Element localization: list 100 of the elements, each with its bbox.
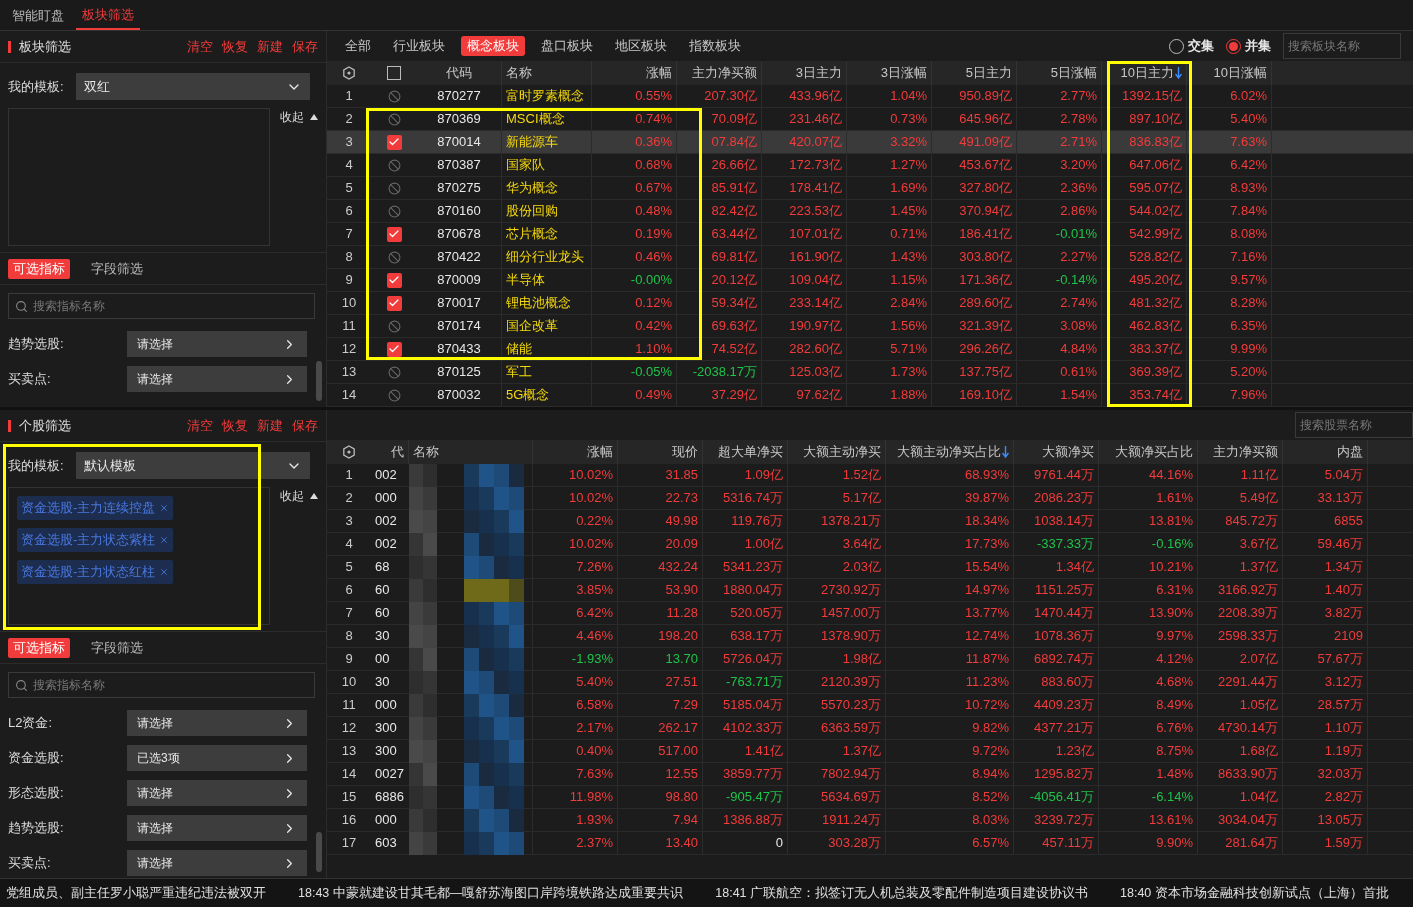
table-cell-text: 5570.23万 [821, 696, 881, 715]
table-row[interactable]: 9 870009 半导体 -0.00% 20.12亿 109.04亿 1.15% 171.36亿 -0.14% 495.20亿 9.57% [327, 269, 1413, 292]
remove-icon[interactable] [159, 535, 170, 545]
column-header[interactable]: 涨幅 [587, 442, 613, 462]
table-row[interactable]: 11 870174 国企改革 0.42% 69.63亿 190.97亿 1.56% 321.39亿 3.08% 462.83亿 6.35% [327, 315, 1413, 338]
filter-select[interactable]: 请选择 [127, 850, 307, 876]
template-select[interactable]: 默认模板 [76, 452, 310, 479]
collapse-button[interactable]: 收起 [280, 487, 318, 505]
action-link[interactable]: 清空 [187, 36, 213, 57]
news-item[interactable]: 党组成员、副主任罗小聪严重违纪违法被双开 [6, 883, 266, 903]
column-header[interactable]: 主力净买额 [692, 63, 757, 83]
column-header[interactable]: 内盘 [1337, 442, 1363, 462]
table-row[interactable]: 10 870017 锂电池概念 0.12% 59.34亿 233.14亿 2.84% 289.60亿 2.74% 481.32亿 8.28% [327, 292, 1413, 315]
row-checkbox[interactable] [386, 295, 402, 311]
row-checkbox[interactable] [387, 112, 401, 126]
scrollbar[interactable] [316, 832, 322, 872]
filter-tab[interactable]: 字段筛选 [86, 637, 148, 658]
filter-select[interactable]: 请选择 [127, 331, 307, 357]
remove-icon[interactable] [159, 567, 170, 577]
row-checkbox[interactable] [387, 388, 401, 402]
table-cell-text: 178.41亿 [789, 179, 842, 198]
sector-tab[interactable]: 概念板块 [461, 36, 525, 56]
sector-tab[interactable]: 行业板块 [387, 36, 451, 56]
column-header[interactable]: 大额净买占比 [1115, 442, 1193, 462]
filter-select[interactable]: 请选择 [127, 366, 307, 392]
column-header[interactable]: 超大单净买 [718, 442, 783, 462]
column-header[interactable]: 5日主力 [965, 63, 1012, 83]
column-header[interactable]: 5日涨幅 [1050, 63, 1097, 83]
sector-tab[interactable]: 盘口板块 [535, 36, 599, 56]
row-checkbox[interactable] [386, 226, 402, 242]
row-checkbox[interactable] [387, 158, 401, 172]
table-row[interactable]: 13 870125 军工 -0.05% -2038.17万 125.03亿 1.73% 137.75亿 0.61% 369.39亿 5.20% [327, 361, 1413, 384]
table-row[interactable]: 1 870277 富时罗素概念 0.55% 207.30亿 433.96亿 1.04% 950.89亿 2.77% 1392.15亿 6.02% [327, 85, 1413, 108]
column-header[interactable]: 3日涨幅 [880, 63, 927, 83]
action-link[interactable]: 保存 [292, 36, 318, 57]
column-header[interactable]: 代 [391, 442, 404, 462]
row-checkbox[interactable] [387, 365, 401, 379]
radio-option[interactable]: 并集 [1226, 36, 1271, 56]
remove-icon[interactable] [159, 503, 170, 513]
sector-tab[interactable]: 全部 [339, 36, 377, 56]
table-row[interactable]: 12 870433 储能 1.10% 74.52亿 282.60亿 5.71% 296.26亿 4.84% 383.37亿 9.99% [327, 338, 1413, 361]
filter-tab[interactable]: 可选指标 [8, 258, 70, 279]
row-checkbox[interactable] [387, 204, 401, 218]
sector-tab[interactable]: 地区板块 [609, 36, 673, 56]
filter-tab[interactable]: 可选指标 [8, 637, 70, 658]
action-link[interactable]: 保存 [292, 415, 318, 436]
table-row[interactable]: 5 870275 华为概念 0.67% 85.91亿 178.41亿 1.69% 327.80亿 2.36% 595.07亿 8.93% [327, 177, 1413, 200]
action-link[interactable]: 新建 [257, 36, 283, 57]
table-row[interactable]: 4 870387 国家队 0.68% 26.66亿 172.73亿 1.27% 453.67亿 3.20% 647.06亿 6.42% [327, 154, 1413, 177]
row-checkbox[interactable] [387, 181, 401, 195]
nav-tab[interactable]: 智能盯盘 [6, 2, 70, 30]
column-header[interactable]: 主力净买额 [1213, 442, 1278, 462]
scrollbar[interactable] [316, 361, 322, 401]
filter-tab[interactable]: 字段筛选 [86, 258, 148, 279]
action-link[interactable]: 清空 [187, 415, 213, 436]
news-item[interactable]: 18:41 广联航空：拟签订无人机总装及零配件制造项目建设协议书 [715, 883, 1089, 903]
template-select[interactable]: 双红 [76, 73, 310, 100]
table-cell-text: 37.29亿 [711, 386, 757, 405]
row-checkbox[interactable] [387, 250, 401, 264]
column-header[interactable]: 大额净买 [1042, 442, 1094, 462]
filter-select[interactable]: 请选择 [127, 710, 307, 736]
radio-option[interactable]: 交集 [1169, 36, 1214, 56]
filter-select[interactable]: 请选择 [127, 815, 307, 841]
news-item[interactable]: 18:40 资本市场金融科技创新试点（上海）首批 [1120, 883, 1389, 903]
news-item[interactable]: 18:43 中蒙就建设甘其毛都—嘎舒苏海图口岸跨境铁路达成重要共识 [298, 883, 684, 903]
column-header[interactable]: 代码 [446, 63, 472, 83]
sector-tab[interactable]: 指数板块 [683, 36, 747, 56]
search-field[interactable]: 搜索指标名称 [8, 672, 315, 698]
column-header[interactable]: 名称 [506, 63, 532, 83]
column-header[interactable]: 现价 [672, 442, 698, 462]
filter-select[interactable]: 已选3项 [127, 745, 307, 771]
column-header[interactable]: 10日涨幅 [1213, 63, 1267, 83]
table-row[interactable]: 14 870032 5G概念 0.49% 37.29亿 97.62亿 1.88% 169.10亿 1.54% 353.74亿 7.96% [327, 384, 1413, 407]
select-all-checkbox[interactable] [387, 66, 401, 80]
search-field[interactable]: 搜索股票名称 [1295, 412, 1413, 438]
action-link[interactable]: 新建 [257, 415, 283, 436]
settings-icon[interactable] [342, 66, 356, 80]
search-field[interactable]: 搜索板块名称 [1283, 33, 1401, 59]
action-link[interactable]: 恢复 [222, 415, 248, 436]
row-checkbox[interactable] [387, 89, 401, 103]
filter-select[interactable]: 请选择 [127, 780, 307, 806]
table-row[interactable]: 7 870678 芯片概念 0.19% 63.44亿 107.01亿 0.71% 186.41亿 -0.01% 542.99亿 8.08% [327, 223, 1413, 246]
column-header[interactable]: 大额主动净买占比 [897, 442, 1009, 462]
search-field[interactable]: 搜索指标名称 [8, 293, 315, 319]
action-link[interactable]: 恢复 [222, 36, 248, 57]
table-row[interactable]: 2 870369 MSCI概念 0.74% 70.09亿 231.46亿 0.73% 645.96亿 2.78% 897.10亿 5.40% [327, 108, 1413, 131]
row-checkbox[interactable] [386, 341, 402, 357]
row-checkbox[interactable] [387, 319, 401, 333]
row-checkbox[interactable] [386, 272, 402, 288]
column-header[interactable]: 名称 [413, 442, 439, 462]
column-header[interactable]: 10日主力 [1120, 63, 1182, 83]
table-row[interactable]: 3 870014 新能源车 0.36% 07.84亿 420.07亿 3.32% 491.09亿 2.71% 836.83亿 7.63% [327, 131, 1413, 154]
column-header[interactable]: 3日主力 [795, 63, 842, 83]
row-checkbox[interactable] [386, 134, 402, 150]
settings-icon[interactable] [342, 445, 356, 459]
table-row[interactable]: 6 870160 股份回购 0.48% 82.42亿 223.53亿 1.45% 370.94亿 2.86% 544.02亿 7.84% [327, 200, 1413, 223]
column-header[interactable]: 涨幅 [646, 63, 672, 83]
column-header[interactable]: 大额主动净买 [803, 442, 881, 462]
table-row[interactable]: 8 870422 细分行业龙头 0.46% 69.81亿 161.90亿 1.43% 303.80亿 2.27% 528.82亿 7.16% [327, 246, 1413, 269]
collapse-button[interactable]: 收起 [280, 108, 318, 126]
